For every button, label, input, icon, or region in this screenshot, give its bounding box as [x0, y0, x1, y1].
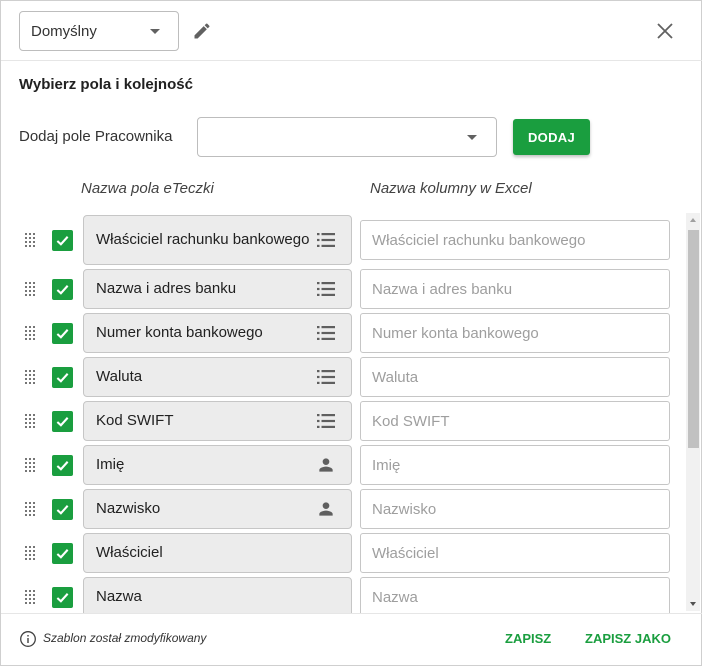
close-button[interactable]	[655, 21, 675, 41]
field-checkbox[interactable]	[52, 411, 73, 432]
field-row: Nazwa i adres banku	[1, 269, 681, 309]
drag-handle-icon[interactable]	[25, 502, 37, 516]
export-template-dialog: Domyślny Wybierz pola i kolejność Dodaj …	[0, 0, 702, 666]
info-icon	[20, 631, 36, 647]
field-name: Imię	[83, 445, 352, 485]
check-icon	[56, 417, 69, 427]
excel-column-input[interactable]	[360, 220, 670, 260]
template-select[interactable]: Domyślny	[19, 11, 179, 51]
list-icon	[316, 230, 336, 250]
field-name: Nazwisko	[83, 489, 352, 529]
field-row: Waluta	[1, 357, 681, 397]
field-name-label: Właściciel rachunku bankowego	[96, 231, 310, 248]
field-row: Imię	[1, 445, 681, 485]
edit-template-button[interactable]	[191, 20, 213, 42]
close-icon	[657, 23, 673, 39]
list-scrollbar[interactable]	[686, 213, 700, 611]
list-icon	[316, 411, 336, 431]
drag-handle-icon[interactable]	[25, 546, 37, 560]
field-name-label: Nazwisko	[96, 500, 161, 517]
field-row: Właściciel rachunku bankowego	[1, 215, 681, 265]
section-title: Wybierz pola i kolejność	[19, 76, 193, 93]
field-name: Właściciel	[83, 533, 352, 573]
field-checkbox[interactable]	[52, 367, 73, 388]
excel-column-input[interactable]	[360, 577, 670, 613]
field-name: Nazwa i adres banku	[83, 269, 352, 309]
scroll-down-arrow-icon[interactable]	[690, 602, 696, 606]
field-row: Nazwisko	[1, 489, 681, 529]
field-row: Numer konta bankowego	[1, 313, 681, 353]
excel-column-input[interactable]	[360, 533, 670, 573]
list-icon	[316, 323, 336, 343]
field-name-label: Waluta	[96, 368, 143, 385]
field-row: Właściciel	[1, 533, 681, 573]
save-as-button[interactable]: ZAPISZ JAKO	[577, 623, 679, 653]
drag-handle-icon[interactable]	[25, 370, 37, 384]
field-checkbox[interactable]	[52, 587, 73, 608]
field-checkbox[interactable]	[52, 279, 73, 300]
person-icon	[316, 499, 336, 519]
excel-column-input[interactable]	[360, 313, 670, 353]
excel-column-header: Nazwa kolumny w Excel	[370, 180, 532, 197]
scroll-up-arrow-icon[interactable]	[690, 218, 696, 222]
drag-handle-icon[interactable]	[25, 414, 37, 428]
drag-handle-icon[interactable]	[25, 233, 37, 247]
drag-handle-icon[interactable]	[25, 458, 37, 472]
check-icon	[56, 285, 69, 295]
excel-column-input[interactable]	[360, 401, 670, 441]
add-field-select[interactable]	[197, 117, 497, 157]
field-row: Kod SWIFT	[1, 401, 681, 441]
field-name-label: Nazwa	[96, 588, 142, 605]
field-list: Właściciel rachunku bankowego Nazwa i ad…	[1, 211, 702, 613]
pencil-icon	[194, 23, 210, 39]
list-icon	[316, 279, 336, 299]
check-icon	[56, 329, 69, 339]
field-row: Nazwa	[1, 577, 681, 613]
check-icon	[56, 236, 69, 246]
drag-handle-icon[interactable]	[25, 326, 37, 340]
check-icon	[56, 505, 69, 515]
field-name: Właściciel rachunku bankowego	[83, 215, 352, 265]
drag-handle-icon[interactable]	[25, 282, 37, 296]
field-column-header: Nazwa pola eTeczki	[81, 180, 214, 197]
excel-column-input[interactable]	[360, 445, 670, 485]
field-name: Nazwa	[83, 577, 352, 613]
check-icon	[56, 461, 69, 471]
field-checkbox[interactable]	[52, 543, 73, 564]
field-name-label: Imię	[96, 456, 125, 473]
field-name: Waluta	[83, 357, 352, 397]
add-button[interactable]: DODAJ	[513, 119, 590, 155]
add-field-label: Dodaj pole Pracownika	[19, 128, 173, 145]
check-icon	[56, 593, 69, 603]
field-checkbox[interactable]	[52, 323, 73, 344]
field-checkbox[interactable]	[52, 499, 73, 520]
field-name-label: Numer konta bankowego	[96, 324, 263, 341]
field-checkbox[interactable]	[52, 455, 73, 476]
excel-column-input[interactable]	[360, 489, 670, 529]
field-checkbox[interactable]	[52, 230, 73, 251]
field-name-label: Właściciel	[96, 544, 163, 561]
check-icon	[56, 549, 69, 559]
field-name-label: Kod SWIFT	[96, 412, 174, 429]
scrollbar-thumb[interactable]	[688, 230, 699, 448]
person-icon	[316, 455, 336, 475]
list-icon	[316, 367, 336, 387]
header-divider	[1, 60, 702, 61]
status-message: Szablon został zmodyfikowany	[43, 631, 207, 645]
template-select-value: Domyślny	[31, 22, 97, 40]
chevron-down-icon	[150, 29, 160, 34]
field-name-label: Nazwa i adres banku	[96, 280, 237, 297]
chevron-down-icon	[467, 135, 477, 140]
footer-divider	[1, 613, 702, 614]
drag-handle-icon[interactable]	[25, 590, 37, 604]
excel-column-input[interactable]	[360, 357, 670, 397]
excel-column-input[interactable]	[360, 269, 670, 309]
field-name: Numer konta bankowego	[83, 313, 352, 353]
check-icon	[56, 373, 69, 383]
save-button[interactable]: ZAPISZ	[497, 623, 559, 653]
field-name: Kod SWIFT	[83, 401, 352, 441]
